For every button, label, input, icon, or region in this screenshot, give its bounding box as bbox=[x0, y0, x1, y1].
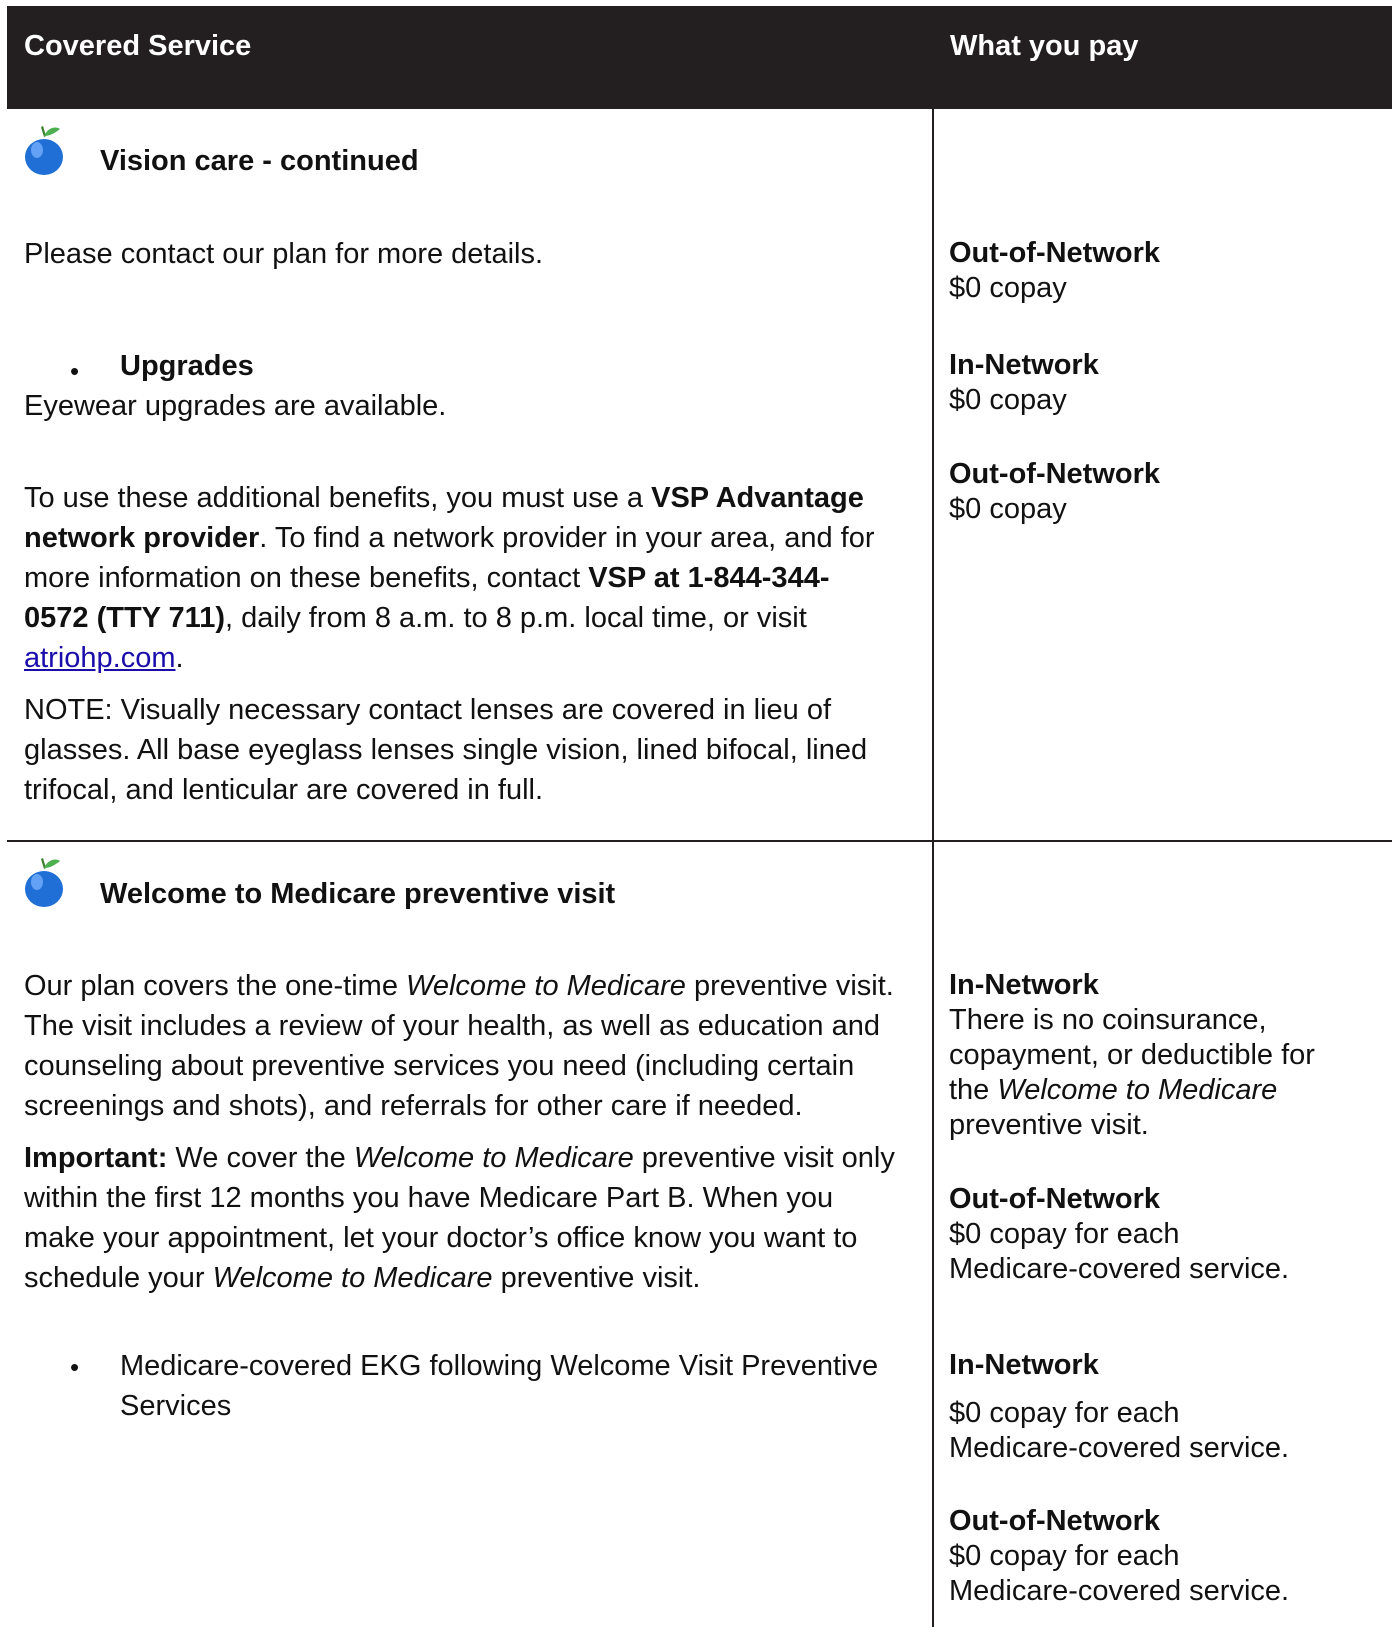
vision-note-line: NOTE: Visually necessary contact lenses … bbox=[24, 694, 832, 726]
apple-icon bbox=[25, 858, 63, 907]
atriohp-link[interactable]: atriohp.com bbox=[24, 642, 176, 674]
pay-value: $0 copay for each bbox=[949, 1218, 1180, 1250]
vision-paragraph-line: network provider. To find a network prov… bbox=[24, 522, 875, 554]
pay-value: preventive visit. bbox=[949, 1109, 1149, 1141]
ekg-bullet-text: Medicare-covered EKG following Welcome V… bbox=[120, 1350, 879, 1382]
vision-paragraph-line: more information on these benefits, cont… bbox=[24, 562, 830, 594]
row-divider bbox=[7, 840, 1392, 842]
pay-value: the Welcome to Medicare bbox=[949, 1074, 1278, 1106]
upgrades-label: Upgrades bbox=[120, 350, 254, 382]
bullet-icon: • bbox=[70, 1352, 80, 1382]
apple-icon bbox=[25, 126, 63, 175]
pay-label: In-Network bbox=[949, 349, 1099, 381]
pay-value: $0 copay bbox=[949, 493, 1067, 525]
important-paragraph-line: schedule your Welcome to Medicare preven… bbox=[24, 1262, 701, 1294]
pay-label: Out-of-Network bbox=[949, 1505, 1161, 1537]
pay-value: Medicare-covered service. bbox=[949, 1432, 1290, 1464]
pay-label: Out-of-Network bbox=[949, 458, 1161, 490]
vision-paragraph-line: 0572 (TTY 711), daily from 8 a.m. to 8 p… bbox=[24, 602, 807, 634]
welcome-paragraph-line: counseling about preventive services you… bbox=[24, 1050, 855, 1082]
vision-note-line: glasses. All base eyeglass lenses single… bbox=[24, 734, 868, 766]
column-header-what-you-pay: What you pay bbox=[950, 30, 1139, 62]
pay-value: $0 copay bbox=[949, 272, 1067, 304]
ekg-bullet-text: Services bbox=[120, 1390, 232, 1422]
pay-value: copayment, or deductible for bbox=[949, 1039, 1315, 1071]
section-title-vision-care: Vision care - continued bbox=[100, 145, 419, 177]
pay-value: Medicare-covered service. bbox=[949, 1575, 1290, 1607]
pay-value: $0 copay for each bbox=[949, 1540, 1180, 1572]
welcome-paragraph-line: The visit includes a review of your heal… bbox=[24, 1010, 880, 1042]
upgrades-text: Eyewear upgrades are available. bbox=[24, 390, 447, 422]
vision-contact-text: Please contact our plan for more details… bbox=[24, 238, 544, 270]
pay-label: In-Network bbox=[949, 969, 1099, 1001]
section-title-welcome-to-medicare: Welcome to Medicare preventive visit bbox=[100, 878, 616, 910]
welcome-paragraph-line: Our plan covers the one-time Welcome to … bbox=[24, 970, 894, 1002]
pay-value: There is no coinsurance, bbox=[949, 1004, 1267, 1036]
important-paragraph-line: Important: We cover the Welcome to Medic… bbox=[24, 1142, 895, 1174]
pay-label: Out-of-Network bbox=[949, 237, 1161, 269]
important-paragraph-line: within the first 12 months you have Medi… bbox=[24, 1182, 834, 1214]
vision-note-line: trifocal, and lenticular are covered in … bbox=[24, 774, 544, 806]
vision-paragraph-line: To use these additional benefits, you mu… bbox=[24, 482, 864, 514]
important-paragraph-line: make your appointment, let your doctor’s… bbox=[24, 1222, 858, 1254]
benefits-table: Covered Service What you pay Vision care… bbox=[0, 0, 1395, 1627]
pay-label: In-Network bbox=[949, 1349, 1099, 1381]
welcome-paragraph-line: screenings and shots), and referrals for… bbox=[24, 1090, 803, 1122]
pay-label: Out-of-Network bbox=[949, 1183, 1161, 1215]
bullet-icon: • bbox=[70, 356, 80, 386]
column-divider bbox=[932, 109, 934, 1627]
pay-value: $0 copay bbox=[949, 384, 1067, 416]
column-header-covered-service: Covered Service bbox=[24, 30, 252, 62]
pay-value: $0 copay for each bbox=[949, 1397, 1180, 1429]
table-header: Covered Service What you pay bbox=[7, 6, 1392, 109]
pay-value: Medicare-covered service. bbox=[949, 1253, 1290, 1285]
vision-paragraph-line: atriohp.com. bbox=[24, 642, 184, 674]
